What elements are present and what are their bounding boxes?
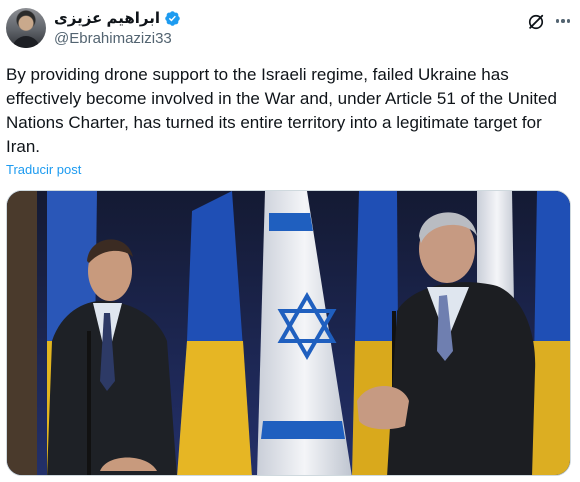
- more-dots-icon[interactable]: [552, 10, 574, 32]
- author-display-name[interactable]: ابراهیم عزیزی: [54, 9, 160, 27]
- grok-slash-circle-icon[interactable]: [526, 12, 546, 32]
- translate-post-link[interactable]: Traducir post: [6, 162, 81, 177]
- verified-badge-icon: [165, 10, 180, 26]
- tweet-header: ابراهیم عزیزی @Ebrahimazizi33: [6, 6, 574, 48]
- author-name-row: ابراهیم عزیزی: [54, 9, 181, 27]
- author-handle[interactable]: @Ebrahimazizi33: [54, 30, 172, 47]
- photo-scene: [7, 191, 570, 475]
- avatar[interactable]: [6, 8, 46, 48]
- tweet-photo[interactable]: [6, 190, 571, 476]
- tweet-text: By providing drone support to the Israel…: [6, 65, 557, 156]
